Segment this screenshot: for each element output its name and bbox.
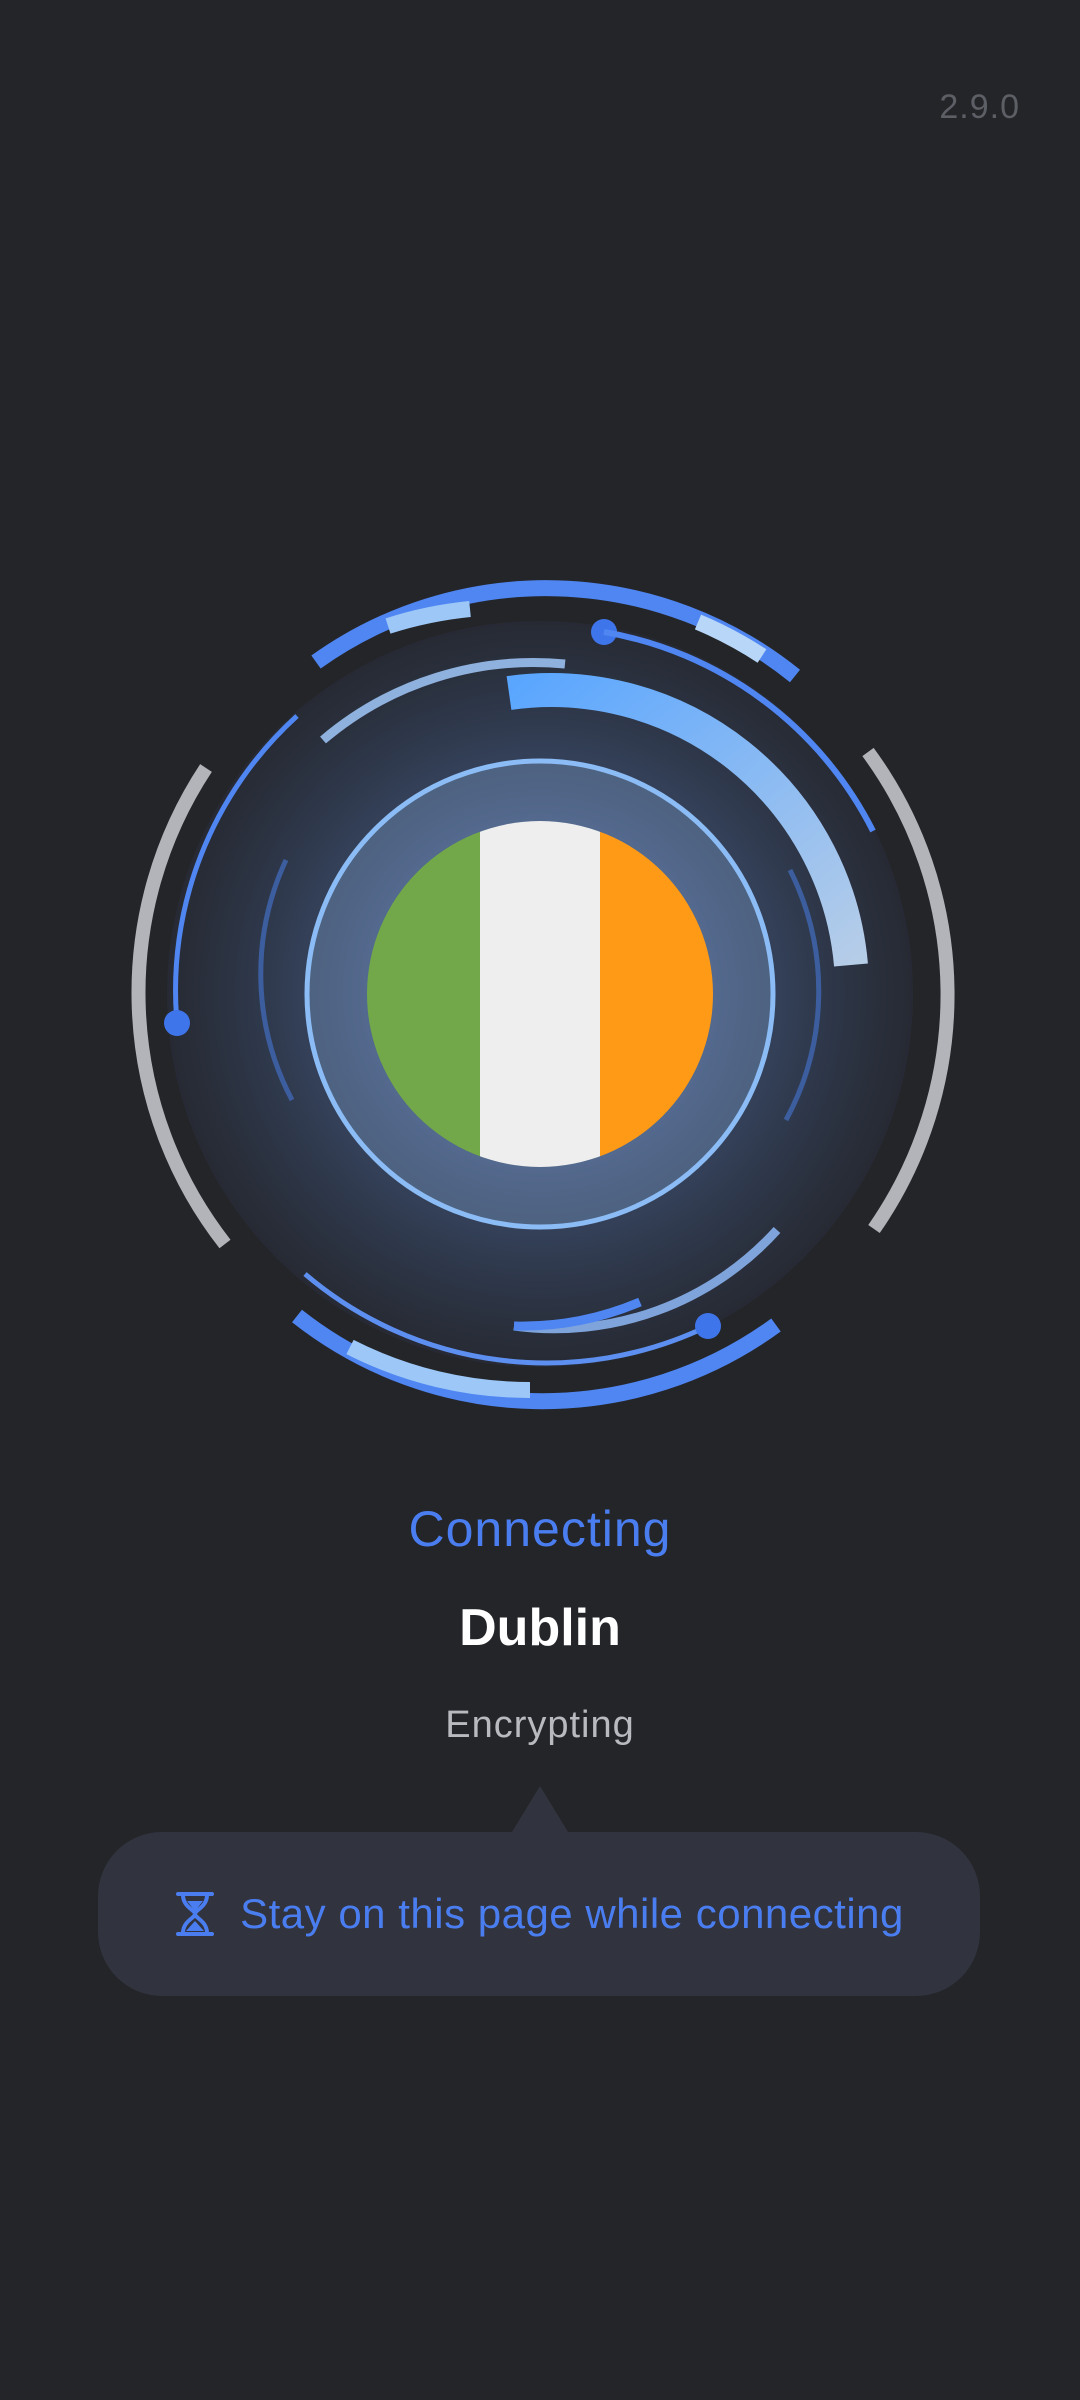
stay-on-page-notice: Stay on this page while connecting [98,1832,980,1996]
connection-status: Connecting [408,1501,672,1557]
tooltip-pointer [512,1786,568,1832]
orbit-dot-bottom [695,1313,721,1339]
app-version: 2.9.0 [939,88,1020,126]
orbit-dot-left [164,1010,190,1036]
notice-text: Stay on this page while connecting [240,1890,904,1937]
hourglass-icon [174,1891,216,1937]
connection-animation [131,580,955,1410]
ireland-flag-icon [367,821,713,1167]
server-city: Dublin [459,1599,621,1657]
connection-stage: Encrypting [445,1704,635,1746]
